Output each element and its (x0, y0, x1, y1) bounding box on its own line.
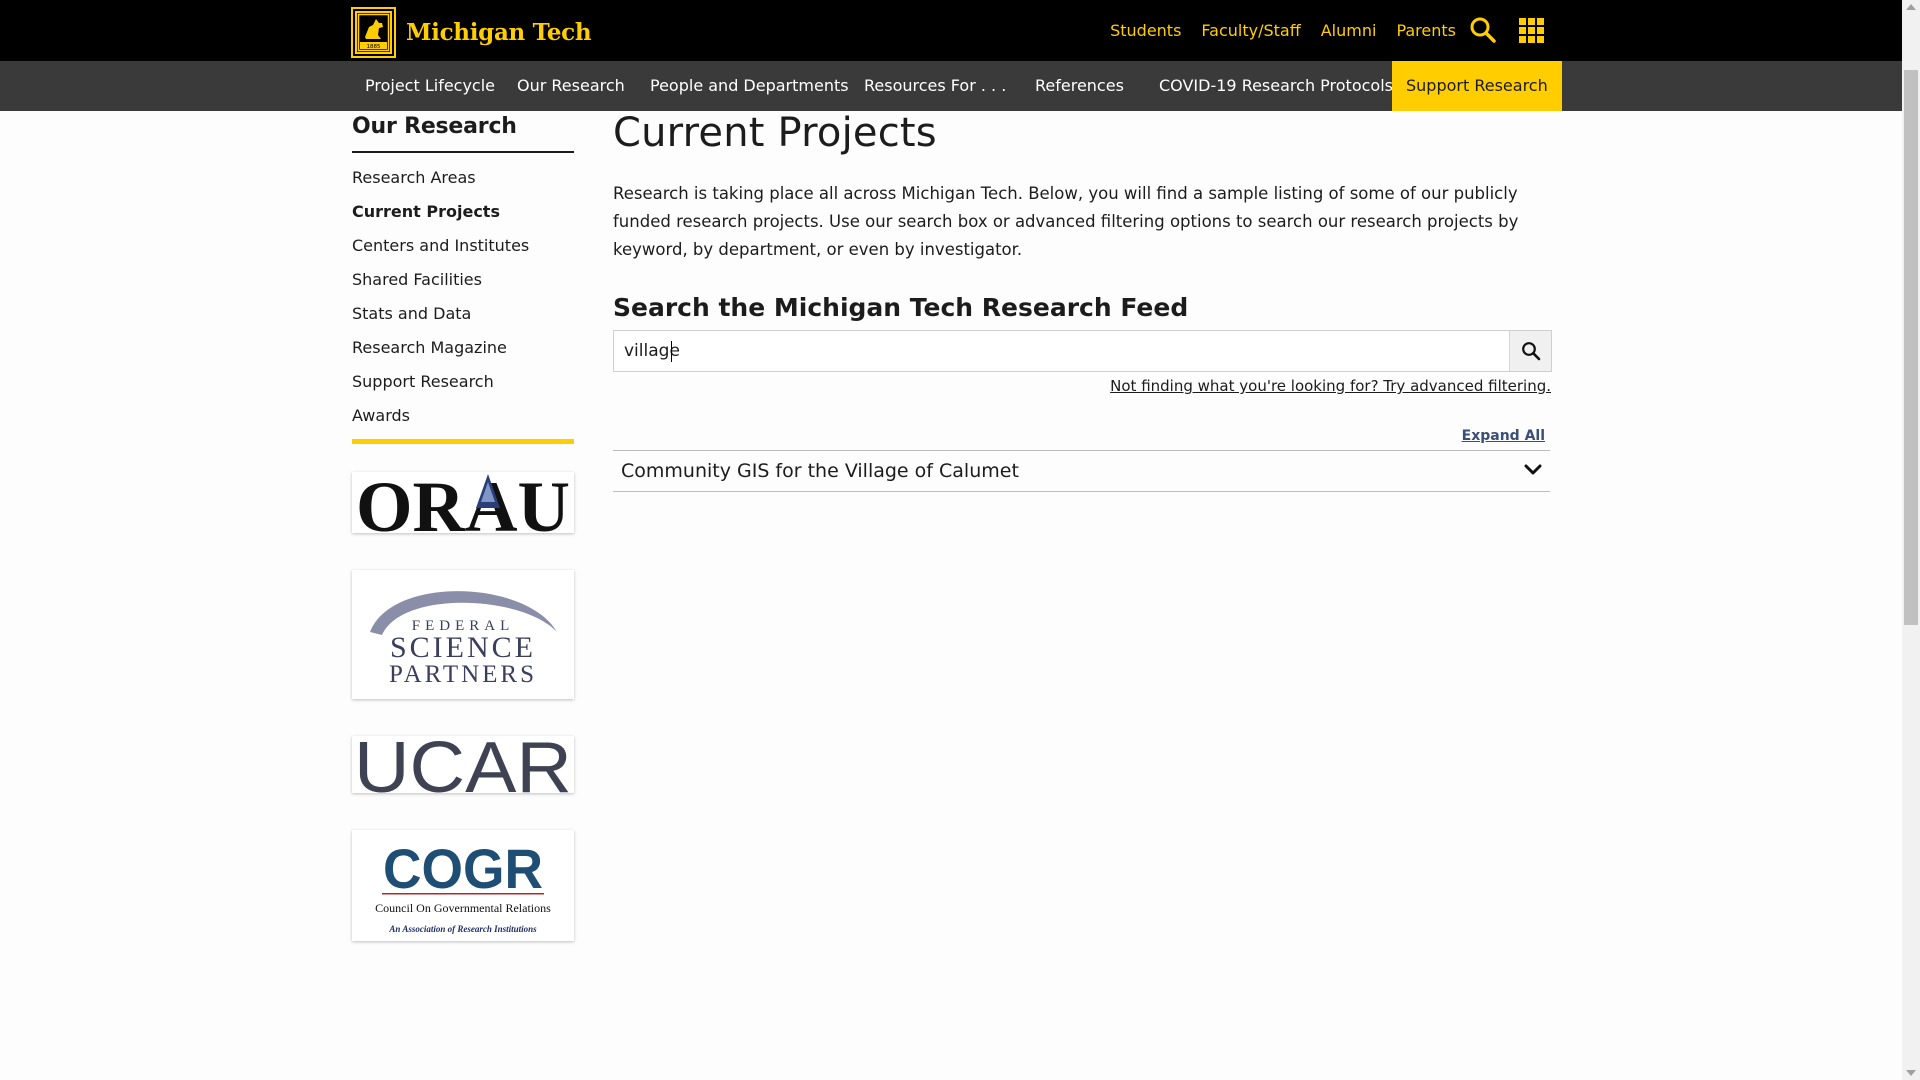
sidebar-item-current-projects[interactable]: Current Projects (352, 195, 574, 229)
nav-resources-for[interactable]: Resources For . . . (864, 61, 1006, 111)
nav-support-research[interactable]: Support Research (1392, 61, 1562, 111)
chevron-down-icon[interactable] (1524, 463, 1542, 477)
logo-wordmark: Michigan Tech (406, 19, 592, 46)
page-scrollbar[interactable] (1902, 0, 1920, 1080)
audience-links: Students Faculty/Staff Alumni Parents (1110, 0, 1456, 61)
search-icon (1521, 342, 1540, 361)
sidebar-item-support-research[interactable]: Support Research (352, 365, 574, 399)
section-sidebar: Our Research Research Areas Current Proj… (352, 114, 574, 444)
svg-text:An Association of Research Ins: An Association of Research Institutions (388, 924, 537, 934)
sidebar-menu: Research Areas Current Projects Centers … (352, 161, 574, 433)
toplink-alumni[interactable]: Alumni (1321, 21, 1377, 40)
nav-references[interactable]: References (1035, 61, 1124, 111)
project-result-item[interactable]: Community GIS for the Village of Calumet (613, 450, 1550, 492)
main-content: Current Projects Research is taking plac… (613, 110, 1553, 492)
orau-logo[interactable]: ORAU (352, 472, 574, 533)
sidebar-item-centers-institutes[interactable]: Centers and Institutes (352, 229, 574, 263)
search-input[interactable] (614, 331, 1524, 371)
nav-our-research[interactable]: Our Research (517, 61, 625, 111)
federal-science-partners-logo[interactable]: FEDERAL SCIENCE PARTNERS (352, 570, 574, 699)
project-title[interactable]: Community GIS for the Village of Calumet (621, 451, 1019, 491)
search-icon[interactable] (1469, 16, 1497, 48)
intro-paragraph: Research is taking place all across Mich… (613, 184, 1519, 259)
research-search-box (613, 330, 1552, 372)
top-header: 1885 Michigan Tech Students Faculty/Staf… (0, 0, 1902, 61)
nav-covid-protocols[interactable]: COVID-19 Research Protocols (1159, 61, 1393, 111)
nav-people-departments[interactable]: People and Departments (650, 61, 849, 111)
svg-text:PARTNERS: PARTNERS (389, 661, 537, 688)
expand-all-link[interactable]: Expand All (1462, 428, 1545, 444)
sidebar-item-research-areas[interactable]: Research Areas (352, 161, 574, 195)
cogr-logo[interactable]: COGR Council On Governmental Relations A… (352, 830, 574, 941)
sidebar-item-shared-facilities[interactable]: Shared Facilities (352, 263, 574, 297)
text-cursor (671, 341, 672, 362)
ucar-logo[interactable]: UCAR (352, 736, 574, 793)
svg-text:ORAU: ORAU (356, 472, 570, 533)
sidebar-gold-rule (352, 439, 574, 444)
sidebar-item-research-magazine[interactable]: Research Magazine (352, 331, 574, 365)
scroll-down-arrow-icon[interactable] (1906, 1070, 1916, 1076)
sidebar-item-stats-data[interactable]: Stats and Data (352, 297, 574, 331)
advanced-filtering-link[interactable]: Not finding what you're looking for? Try… (1110, 377, 1551, 395)
toplink-students[interactable]: Students (1110, 21, 1181, 40)
scroll-up-arrow-icon[interactable] (1906, 4, 1916, 10)
page-title: Current Projects (613, 110, 937, 156)
svg-text:SCIENCE: SCIENCE (390, 631, 536, 664)
svg-text:UCAR: UCAR (354, 736, 572, 793)
apps-grid-icon[interactable] (1519, 18, 1544, 47)
sidebar-title[interactable]: Our Research (352, 114, 574, 153)
husky-logo-icon: 1885 (353, 9, 394, 56)
scrollbar-thumb[interactable] (1904, 70, 1918, 625)
nav-project-lifecycle[interactable]: Project Lifecycle (365, 61, 495, 111)
svg-text:COGR: COGR (383, 837, 543, 900)
search-submit-button[interactable] (1509, 331, 1551, 371)
main-nav: Project Lifecycle Our Research People an… (0, 61, 1902, 111)
svg-text:Council On Governmental Relati: Council On Governmental Relations (375, 901, 551, 915)
toplink-parents[interactable]: Parents (1396, 21, 1456, 40)
search-heading: Search the Michigan Tech Research Feed (613, 293, 1189, 322)
toplink-faculty-staff[interactable]: Faculty/Staff (1201, 21, 1300, 40)
sidebar-item-awards[interactable]: Awards (352, 399, 574, 433)
svg-text:1885: 1885 (367, 44, 381, 50)
michigan-tech-logo[interactable]: 1885 Michigan Tech (353, 9, 592, 56)
